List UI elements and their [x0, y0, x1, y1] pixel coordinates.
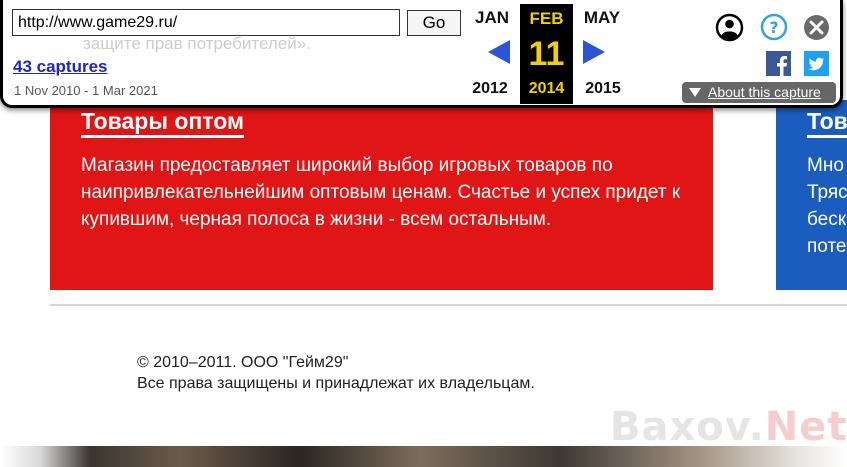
- red-promo-block: Товары оптом Магазин предоставляет широк…: [50, 100, 713, 290]
- footer-copyright: © 2010–2011. ООО "Гейм29": [137, 354, 349, 371]
- current-capture-column: FEB 11 2014: [520, 4, 573, 104]
- captures-link[interactable]: 43 captures: [13, 57, 108, 77]
- current-month: FEB: [529, 9, 564, 28]
- ghost-page-text: защите прав потребителей».: [83, 34, 311, 53]
- next-year-link[interactable]: 2015: [581, 80, 625, 98]
- about-capture-button[interactable]: About this capture: [682, 82, 836, 103]
- watermark: Baxov.Net: [610, 404, 847, 450]
- triangle-down-icon: [689, 88, 701, 97]
- footer: © 2010–2011. ООО "Гейм29" Все права защи…: [137, 352, 535, 394]
- about-capture-label: About this capture: [708, 84, 821, 100]
- wayback-toolbar: защите прав потребителей». Go 43 capture…: [0, 0, 843, 108]
- svg-text:?: ?: [769, 18, 778, 37]
- footer-rights: Все права защищены и принадлежат их влад…: [137, 375, 535, 392]
- next-capture-arrow-icon[interactable]: [583, 40, 605, 64]
- user-icon[interactable]: [715, 13, 744, 47]
- red-block-title[interactable]: Товары оптом: [81, 107, 245, 138]
- prev-year-link[interactable]: 2012: [468, 80, 512, 98]
- go-button[interactable]: Go: [407, 10, 461, 36]
- background-image-strip: [0, 446, 847, 467]
- divider: [50, 304, 847, 306]
- twitter-icon[interactable]: [804, 51, 829, 81]
- blue-block-text: Мно Тряс беск поте: [807, 155, 847, 257]
- close-icon[interactable]: [803, 14, 830, 46]
- facebook-icon[interactable]: [766, 51, 791, 81]
- blue-block-title[interactable]: Тов: [807, 107, 847, 138]
- current-year: 2014: [528, 80, 565, 97]
- watermark-text: Baxov.: [610, 404, 765, 450]
- prev-capture-arrow-icon[interactable]: [488, 40, 510, 64]
- red-block-text: Магазин предоставляет широкий выбор игро…: [81, 155, 681, 230]
- next-month-link[interactable]: MAY: [581, 8, 623, 28]
- blue-promo-block: Тов Мно Тряс беск поте: [776, 100, 847, 290]
- url-input[interactable]: [12, 9, 400, 36]
- help-icon[interactable]: ?: [760, 13, 788, 46]
- watermark-accent: Net: [764, 404, 847, 450]
- prev-month-link[interactable]: JAN: [473, 8, 511, 28]
- capture-date-range: 1 Nov 2010 - 1 Mar 2021: [14, 83, 158, 98]
- current-day: 11: [528, 35, 565, 73]
